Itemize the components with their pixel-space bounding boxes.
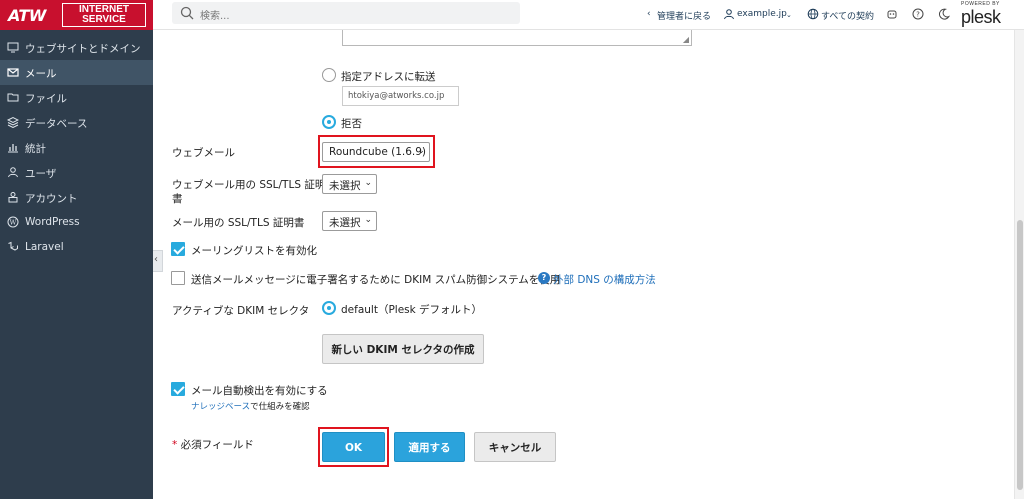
forward-address-field[interactable]: htokiya@atworks.co.jp bbox=[342, 86, 459, 106]
sidebar-item-laravel[interactable]: Laravel bbox=[0, 235, 153, 260]
apply-button[interactable]: 適用する bbox=[394, 432, 465, 462]
chevron-down-icon: ⌄ bbox=[786, 11, 792, 19]
chevron-down-icon: ⌄ bbox=[417, 146, 425, 156]
chevron-left-icon: ‹ bbox=[154, 254, 158, 265]
mail-ssl-label: メール用の SSL/TLS 証明書 bbox=[172, 217, 305, 229]
mail-ssl-select[interactable]: 未選択 ⌄ bbox=[322, 211, 377, 231]
svg-text:?: ? bbox=[916, 11, 920, 19]
required-star: * bbox=[172, 439, 178, 451]
knowledge-base-link[interactable]: ナレッジベース bbox=[191, 402, 250, 412]
database-icon bbox=[7, 116, 19, 128]
help-icon[interactable]: ? bbox=[538, 272, 550, 284]
back-to-admin-link[interactable]: 管理者に戻る bbox=[657, 9, 711, 22]
help-circle-icon[interactable]: ? bbox=[912, 8, 924, 20]
required-fields-label: 必須フィールド bbox=[180, 439, 254, 451]
ok-button[interactable]: OK bbox=[322, 432, 385, 462]
logo-line2: SERVICE bbox=[82, 14, 126, 25]
user-icon bbox=[8, 167, 18, 178]
reject-option-label: 拒否 bbox=[341, 118, 362, 130]
plesk-logo[interactable]: plesk bbox=[961, 7, 1001, 28]
sidebar-item-label: ウェブサイトとドメイン bbox=[25, 43, 141, 55]
all-subscriptions-link[interactable]: すべての契約 bbox=[821, 9, 874, 22]
dkim-sign-checkbox[interactable] bbox=[171, 271, 185, 285]
dkim-default-radio[interactable] bbox=[322, 301, 336, 315]
sidebar-item-statistics[interactable]: 統計 bbox=[0, 135, 153, 160]
sidebar-item-label: 統計 bbox=[25, 143, 46, 155]
knowledge-base-hint: ナレッジベースで仕組みを確認 bbox=[191, 400, 310, 412]
search-placeholder: 検索... bbox=[200, 11, 230, 22]
sidebar-item-account[interactable]: アカウント bbox=[0, 185, 153, 210]
sidebar-item-wordpress[interactable]: W WordPress bbox=[0, 210, 153, 235]
wordpress-icon: W bbox=[7, 216, 19, 228]
autodiscover-label: メール自動検出を有効にする bbox=[191, 385, 328, 397]
sidebar-item-mail[interactable]: メール bbox=[0, 60, 153, 85]
user-icon bbox=[724, 9, 734, 20]
sidebar-collapse-toggle[interactable]: ‹ bbox=[153, 250, 163, 272]
dark-mode-moon-icon[interactable] bbox=[938, 8, 950, 20]
webmail-ssl-select-value: 未選択 bbox=[329, 180, 361, 192]
top-bar: ATW INTERNET SERVICE 検索... ‹ 管理者に戻る exam… bbox=[0, 0, 1024, 30]
sidebar-item-label: WordPress bbox=[25, 216, 80, 228]
webmail-ssl-label-cont: 書 bbox=[172, 193, 183, 205]
webmail-select[interactable]: Roundcube (1.6.9) ⌄ bbox=[322, 142, 430, 162]
folder-icon bbox=[7, 93, 19, 102]
webmail-ssl-label: ウェブメール用の SSL/TLS 証明 bbox=[172, 179, 326, 191]
logo-service-box: INTERNET SERVICE bbox=[62, 3, 146, 27]
mailing-list-checkbox[interactable] bbox=[171, 242, 185, 256]
sidebar-item-label: アカウント bbox=[25, 193, 78, 205]
sidebar-item-label: データベース bbox=[25, 118, 88, 130]
knowledge-base-suffix: で仕組みを確認 bbox=[250, 402, 310, 412]
account-icon bbox=[8, 192, 18, 203]
sidebar-item-websites[interactable]: ウェブサイトとドメイン bbox=[0, 35, 153, 60]
resize-grip-icon[interactable]: ◢ bbox=[683, 35, 689, 44]
mailing-list-label: メーリングリストを有効化 bbox=[191, 245, 317, 257]
scrollbar-thumb[interactable] bbox=[1017, 220, 1023, 490]
required-fields-note: * 必須フィールド bbox=[172, 437, 254, 452]
sidebar-item-label: メール bbox=[25, 68, 57, 80]
dkim-default-label: default（Plesk デフォルト） bbox=[341, 304, 483, 316]
forward-radio[interactable] bbox=[322, 68, 336, 82]
puzzle-icon[interactable] bbox=[886, 8, 898, 20]
laravel-icon bbox=[8, 241, 18, 251]
dkim-selector-label: アクティブな DKIM セレクタ bbox=[172, 305, 310, 317]
chevron-down-icon: ⌄ bbox=[364, 178, 372, 188]
autoreply-textarea[interactable]: ◢ bbox=[342, 30, 692, 46]
sidebar-item-label: ユーザ bbox=[25, 168, 57, 180]
sidebar: ウェブサイトとドメイン メール ファイル データベース 統計 ユーザ アカウント… bbox=[0, 30, 153, 499]
dkim-sign-label: 送信メールメッセージに電子署名するために DKIM スパム防御システムを使用 bbox=[191, 274, 561, 286]
globe-icon bbox=[807, 8, 819, 20]
webmail-select-value: Roundcube (1.6.9) bbox=[329, 146, 427, 158]
webmail-label: ウェブメール bbox=[172, 147, 235, 159]
external-dns-link[interactable]: 外部 DNS の構成方法 bbox=[553, 272, 656, 287]
mail-ssl-select-value: 未選択 bbox=[329, 217, 361, 229]
back-chevron-icon: ‹ bbox=[647, 9, 651, 19]
chevron-down-icon: ⌄ bbox=[364, 215, 372, 225]
forward-option-label: 指定アドレスに転送 bbox=[341, 71, 436, 83]
search-input[interactable]: 検索... bbox=[172, 2, 520, 24]
sidebar-item-users[interactable]: ユーザ bbox=[0, 160, 153, 185]
scrollbar[interactable] bbox=[1014, 30, 1024, 499]
search-icon bbox=[180, 6, 194, 20]
logo[interactable]: ATW INTERNET SERVICE bbox=[0, 0, 153, 30]
cancel-button[interactable]: キャンセル bbox=[474, 432, 556, 462]
stats-icon bbox=[8, 144, 18, 153]
reject-radio[interactable] bbox=[322, 115, 336, 129]
new-dkim-selector-button[interactable]: 新しい DKIM セレクタの作成 bbox=[322, 334, 484, 364]
sidebar-item-label: ファイル bbox=[25, 93, 67, 105]
mail-icon bbox=[7, 68, 19, 77]
sidebar-item-databases[interactable]: データベース bbox=[0, 110, 153, 135]
monitor-icon bbox=[7, 42, 19, 53]
webmail-ssl-select[interactable]: 未選択 ⌄ bbox=[322, 174, 377, 194]
svg-text:W: W bbox=[10, 218, 17, 226]
logo-atw-text: ATW bbox=[8, 6, 46, 25]
domain-selector[interactable]: example.jp bbox=[737, 9, 787, 19]
sidebar-item-files[interactable]: ファイル bbox=[0, 85, 153, 110]
sidebar-item-label: Laravel bbox=[25, 241, 64, 253]
autodiscover-checkbox[interactable] bbox=[171, 382, 185, 396]
